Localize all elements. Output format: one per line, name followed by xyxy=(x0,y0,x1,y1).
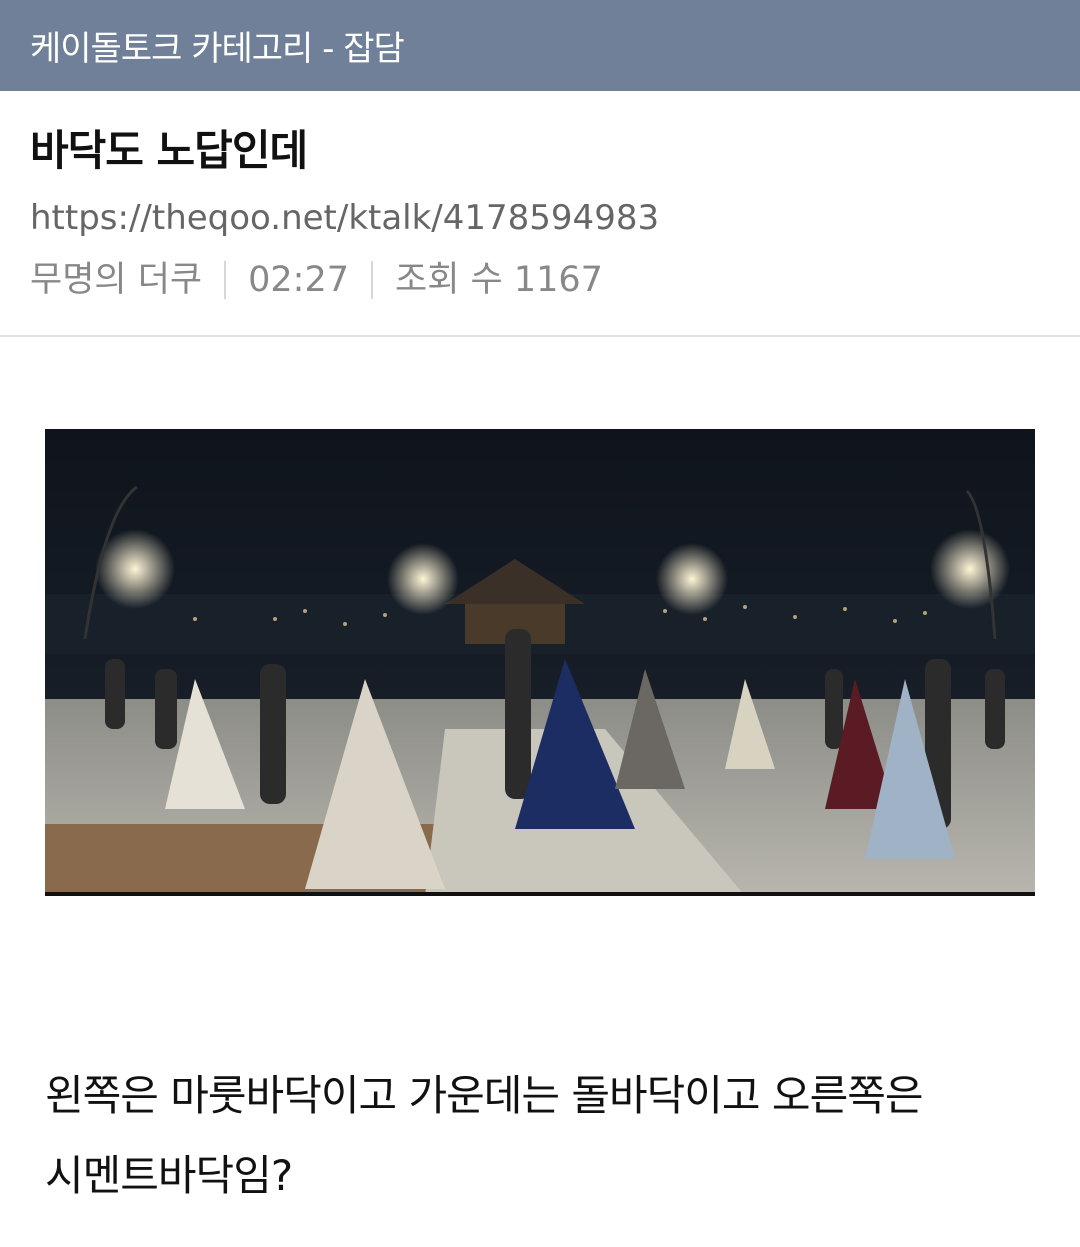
post-content: 왼쪽은 마룻바닥이고 가운데는 돌바닥이고 오른쪽은 시멘트바닥임? xyxy=(0,429,1080,1216)
post-meta: 무명의 더쿠 02:27 조회 수 1167 xyxy=(30,255,1050,305)
post-time: 02:27 xyxy=(248,260,350,300)
body-line: 왼쪽은 마룻바닥이고 가운데는 돌바닥이고 오른쪽은 xyxy=(45,1071,923,1120)
category-title: 케이돌토크 카테고리 - 잡담 xyxy=(30,29,405,69)
body-line: 시멘트바닥임? xyxy=(45,1151,293,1200)
author-name: 무명의 더쿠 xyxy=(30,260,203,300)
post-title: 바닥도 노답인데 xyxy=(30,126,308,175)
divider xyxy=(371,261,374,299)
post-body: 왼쪽은 마룻바닥이고 가운데는 돌바닥이고 오른쪽은 시멘트바닥임? xyxy=(45,1056,1035,1216)
post-url[interactable]: https://theqoo.net/ktalk/4178594983 xyxy=(30,195,1050,241)
divider xyxy=(224,261,227,299)
view-count: 조회 수 1167 xyxy=(395,260,603,300)
category-bar[interactable]: 케이돌토크 카테고리 - 잡담 xyxy=(0,0,1080,91)
post-header: 바닥도 노답인데 https://theqoo.net/ktalk/417859… xyxy=(0,91,1080,337)
post-image[interactable] xyxy=(45,429,1035,896)
